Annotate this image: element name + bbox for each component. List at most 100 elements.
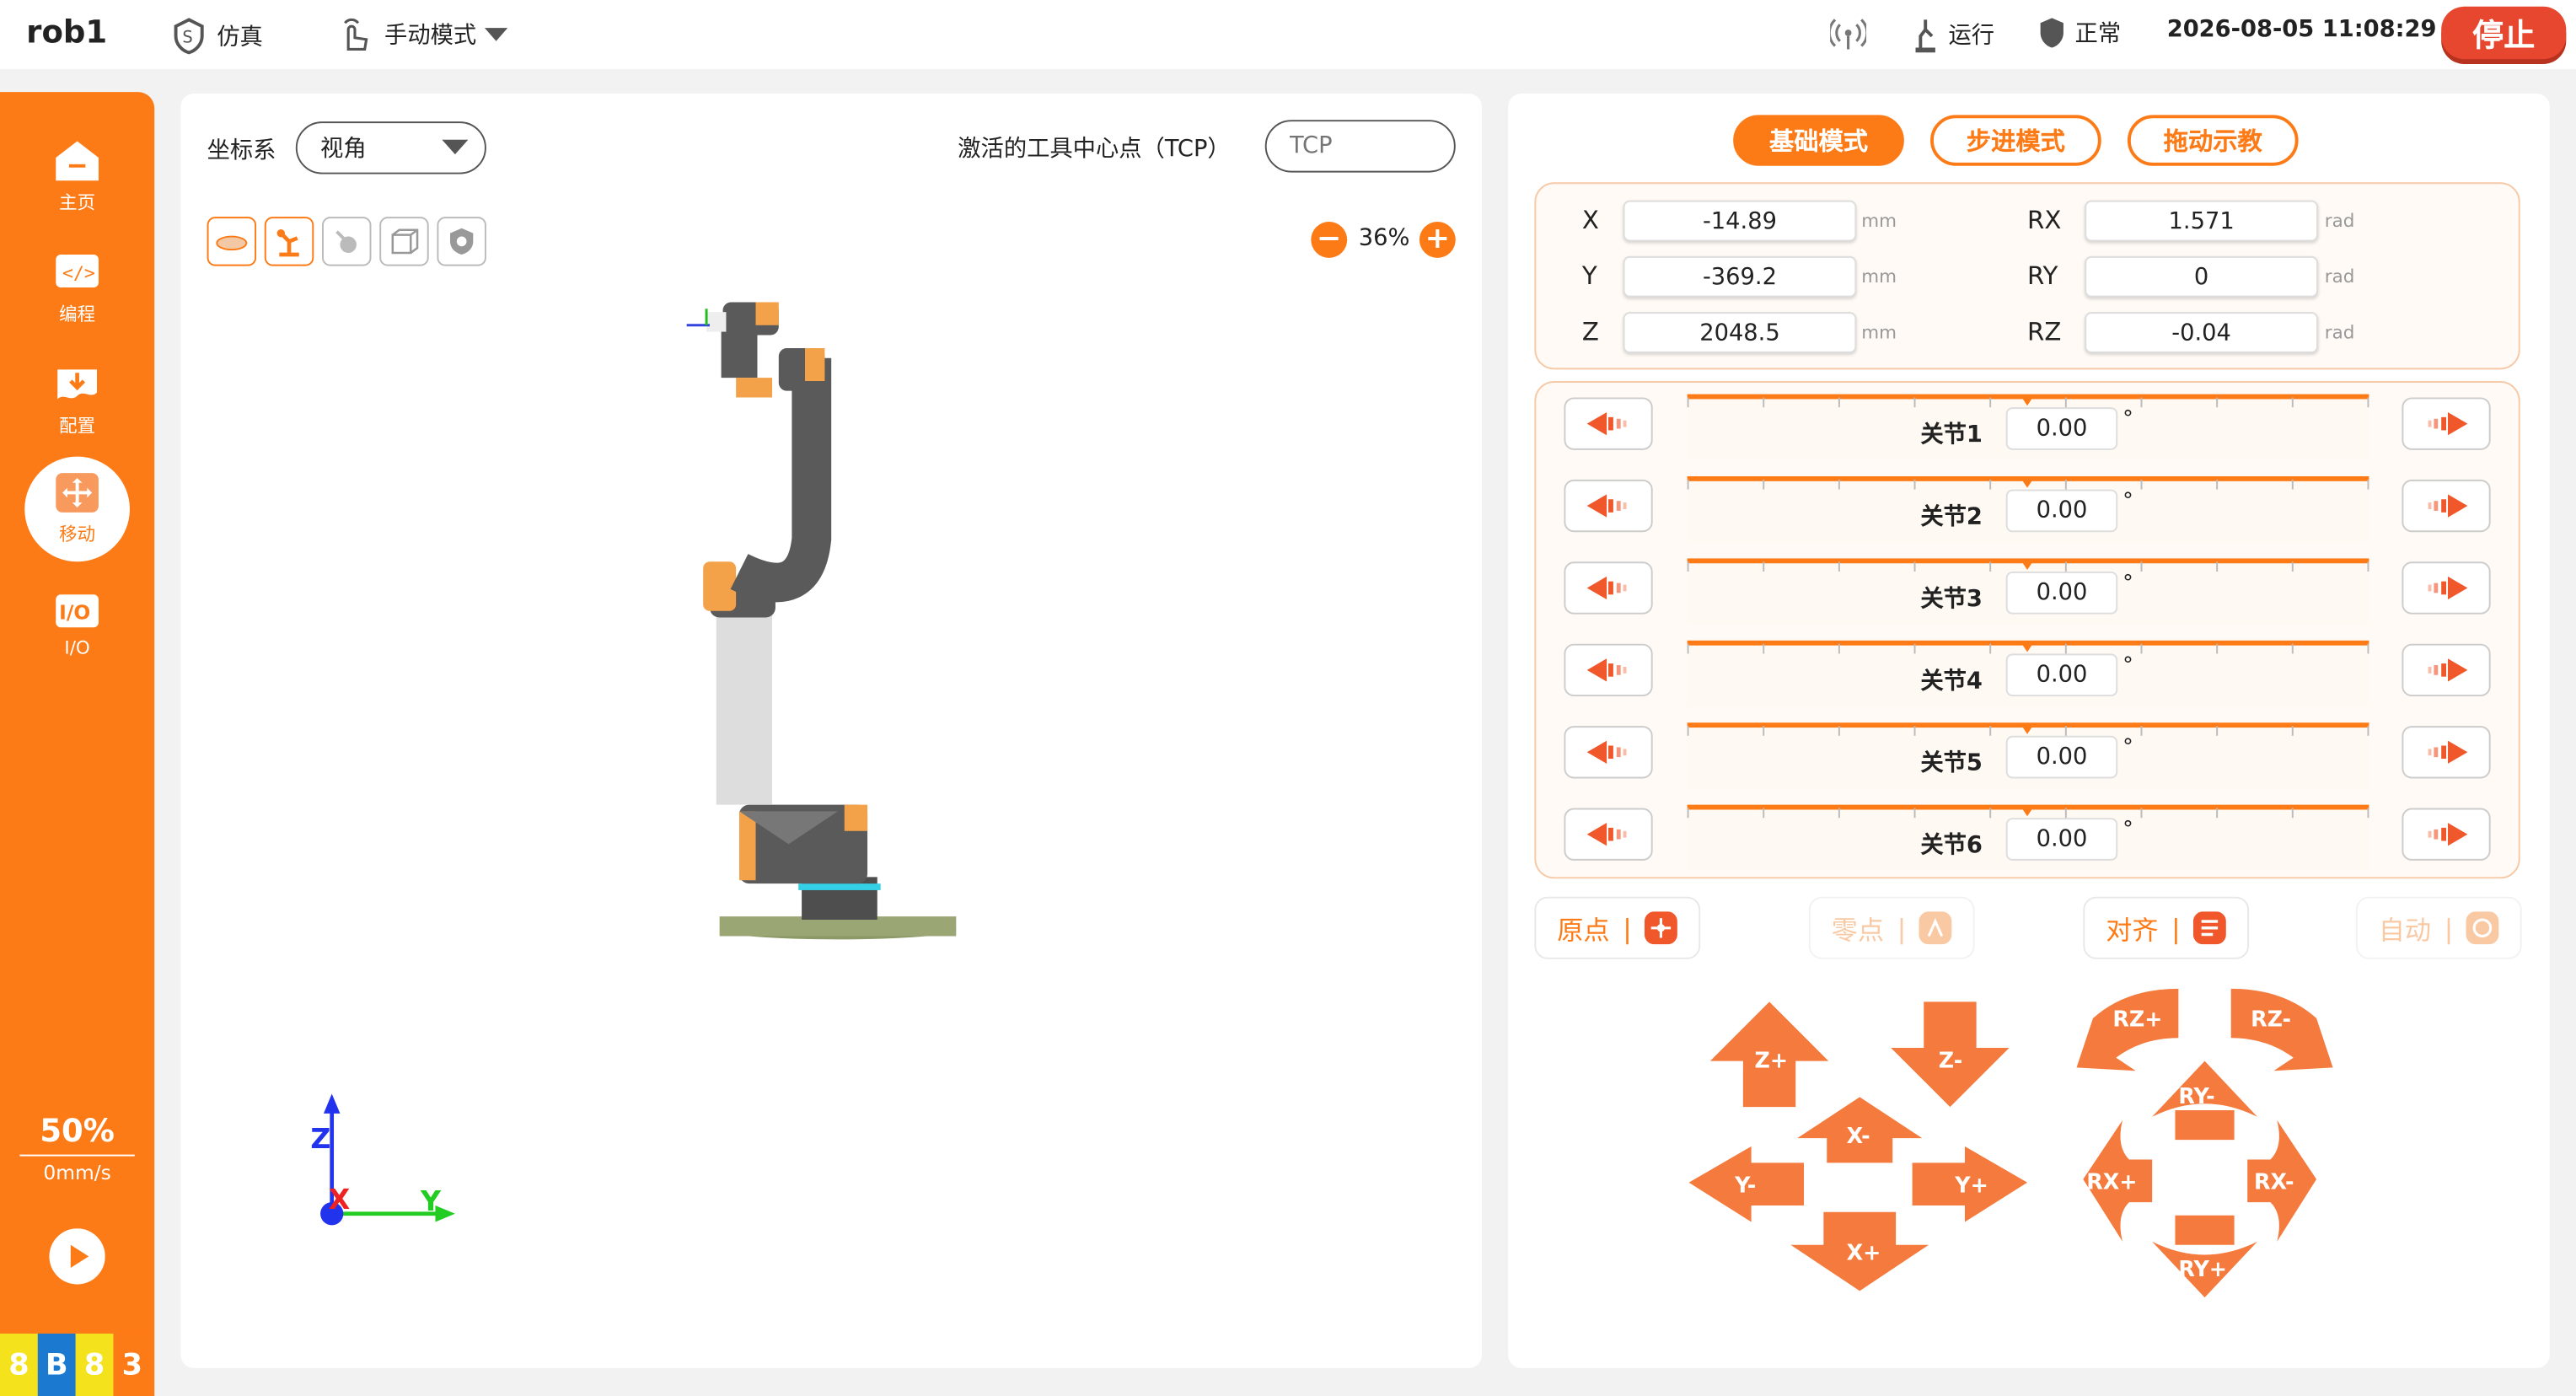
joint-decrease-button[interactable]: [1564, 561, 1653, 615]
tab-basic-mode[interactable]: 基础模式: [1733, 115, 1904, 166]
joint-increase-button[interactable]: [2402, 561, 2491, 615]
joint-value-field[interactable]: 0.00: [2005, 407, 2118, 450]
unit-rad: rad: [2324, 210, 2355, 232]
joint-unit: °: [2123, 407, 2133, 432]
view-tool-safety[interactable]: [437, 217, 486, 266]
coord-value-rx[interactable]: 1.571: [2085, 200, 2319, 242]
view-tool-base[interactable]: [207, 217, 257, 266]
jog-y-minus-button[interactable]: Y-: [1688, 1146, 1804, 1222]
speed-divider: [19, 1154, 135, 1157]
tcp-input[interactable]: [1264, 120, 1456, 173]
stop-button[interactable]: 停止: [2441, 6, 2567, 60]
jog-label: RX-: [2254, 1169, 2294, 1195]
coord-value-x[interactable]: -14.89: [1623, 200, 1857, 242]
joint-increase-button[interactable]: [2402, 643, 2491, 697]
axis-z-label: Z: [310, 1123, 331, 1157]
align-lines-icon: [2193, 911, 2227, 945]
jog-rz-minus-button[interactable]: RZ-: [2230, 988, 2333, 1071]
joint-value-field[interactable]: 0.00: [2005, 653, 2118, 697]
slider-tick: [1687, 397, 1689, 408]
coord-value-ry[interactable]: 0: [2085, 255, 2319, 298]
coord-value-y[interactable]: -369.2: [1623, 255, 1857, 298]
dropdown-caret-icon: [442, 139, 469, 155]
tab-step-mode[interactable]: 步进模式: [1930, 115, 2101, 166]
jog-label: X+: [1847, 1239, 1881, 1264]
jog-rz-plus-button[interactable]: RZ+: [2076, 988, 2179, 1071]
slider-tick: [1763, 643, 1765, 654]
jog-label: Z+: [1755, 1047, 1789, 1072]
view-tool-robot[interactable]: [264, 217, 314, 266]
coord-system-select[interactable]: 视角: [295, 121, 486, 174]
sidebar-item-io[interactable]: I/O I/O: [24, 572, 130, 677]
joint-value-field[interactable]: 0.00: [2005, 571, 2118, 615]
sim-mode-indicator[interactable]: S 仿真: [169, 16, 263, 56]
joint-value-field[interactable]: 0.00: [2005, 818, 2118, 861]
sidebar-item-move[interactable]: 移动: [24, 456, 130, 562]
slider-tick: [2367, 561, 2369, 572]
slider-tick: [1838, 479, 1840, 490]
slider-tick: [1763, 726, 1765, 736]
sidebar-item-label: 主页: [59, 191, 96, 214]
slider-center-marker: [2021, 395, 2034, 406]
jog-z-minus-button[interactable]: Z-: [1891, 1001, 2010, 1108]
manual-mode-select[interactable]: 手动模式: [337, 16, 508, 52]
align-button[interactable]: 对齐 |: [2083, 896, 2250, 959]
joint-value-field[interactable]: 0.00: [2005, 735, 2118, 779]
jog-x-minus-button[interactable]: X-: [1797, 1097, 1923, 1163]
slider-tick: [1913, 561, 1916, 572]
cube-icon: [391, 228, 419, 255]
sidebar-item-home[interactable]: 主页: [24, 125, 130, 230]
view-tool-tcp[interactable]: [322, 217, 372, 266]
tab-drag-teach[interactable]: 拖动示教: [2127, 115, 2299, 166]
zoom-in-button[interactable]: +: [1419, 222, 1456, 258]
auto-button[interactable]: 自动 |: [2355, 896, 2522, 959]
coord-label-rz: RZ: [2027, 317, 2062, 347]
joint-decrease-button[interactable]: [1564, 726, 1653, 779]
jog-rx-plus-button[interactable]: RX+: [2083, 1119, 2153, 1242]
sidebar-item-config[interactable]: 配置: [24, 348, 130, 454]
joint-decrease-button[interactable]: [1564, 397, 1653, 450]
arrow-right-icon: [2428, 494, 2468, 518]
slider-tick: [1838, 808, 1840, 819]
slider-tick: [1687, 643, 1689, 654]
slider-tick: [2140, 808, 2143, 819]
auto-cycle-icon: [2466, 911, 2499, 945]
play-icon[interactable]: [49, 1228, 105, 1285]
joint-increase-button[interactable]: [2402, 397, 2491, 450]
jog-x-plus-button[interactable]: X+: [1790, 1211, 1929, 1291]
sidebar-item-program[interactable]: </> 编程: [24, 237, 130, 342]
joint-decrease-button[interactable]: [1564, 643, 1653, 697]
joint-decrease-button[interactable]: [1564, 479, 1653, 533]
joint-increase-button[interactable]: [2402, 808, 2491, 861]
joint-label: 关节6: [1920, 832, 1983, 859]
arrow-left-icon: [1586, 576, 1627, 600]
zoom-out-button[interactable]: −: [1311, 222, 1348, 258]
rotation-jog-pad: RZ+ RZ- RY- RX+ RX- RY+: [2076, 988, 2333, 1298]
view-tool-box[interactable]: [379, 217, 429, 266]
joint-label: 关节4: [1920, 668, 1983, 695]
joint-decrease-button[interactable]: [1564, 808, 1653, 861]
joint-increase-button[interactable]: [2402, 726, 2491, 779]
jog-z-plus-button[interactable]: Z+: [1709, 1001, 1829, 1108]
speed-value: 0mm/s: [43, 1161, 111, 1184]
top-bar: rob1 S 仿真 手动模式 运行 正常 2026-08-05 11:08:29…: [0, 0, 2576, 69]
unit-rad: rad: [2324, 321, 2355, 344]
slider-tick: [2216, 479, 2219, 490]
coord-system-value: 视角: [320, 136, 367, 163]
coord-value-z[interactable]: 2048.5: [1623, 312, 1857, 353]
joint-value-field[interactable]: 0.00: [2005, 489, 2118, 533]
slider-tick: [2367, 726, 2369, 736]
sidebar-item-label: I/O: [64, 636, 90, 658]
home-position-button[interactable]: 原点 |: [1534, 896, 1701, 959]
joint-increase-button[interactable]: [2402, 479, 2491, 533]
slider-tick: [1913, 397, 1916, 408]
jog-ry-plus-button[interactable]: RY+: [2152, 1215, 2257, 1298]
jog-rx-minus-button[interactable]: RX-: [2247, 1119, 2317, 1242]
zero-position-button[interactable]: 零点 |: [1808, 896, 1975, 959]
coord-value-rz[interactable]: -0.04: [2085, 312, 2319, 353]
speed-display[interactable]: 50% 0mm/s: [0, 1114, 154, 1184]
jog-y-plus-button[interactable]: Y+: [1912, 1146, 2028, 1222]
axis-y-label: Y: [420, 1185, 441, 1219]
slider-tick: [2216, 561, 2219, 572]
jog-ry-minus-button[interactable]: RY-: [2152, 1060, 2257, 1141]
